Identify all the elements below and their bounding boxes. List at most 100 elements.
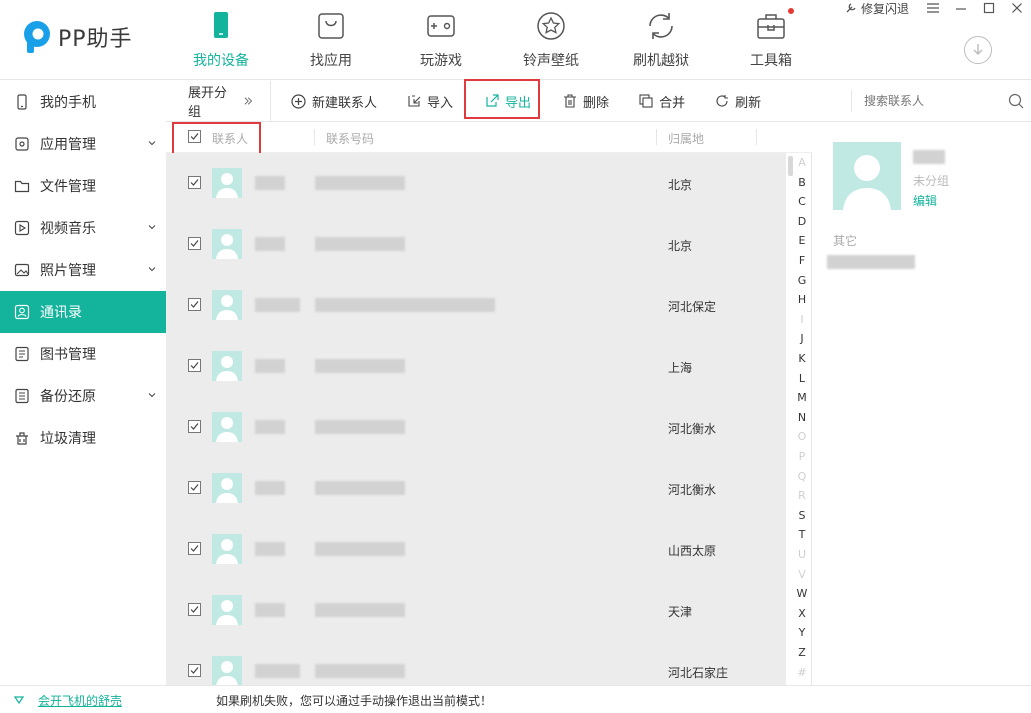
contact-name-redacted: [255, 664, 300, 678]
check-icon: [190, 240, 199, 247]
alphabet-index-letter[interactable]: I: [796, 313, 808, 326]
sidebar-item-0[interactable]: 我的手机: [0, 81, 166, 123]
alphabet-index-letter[interactable]: J: [796, 332, 808, 345]
edit-contact-link[interactable]: 编辑: [913, 192, 937, 209]
triangle-down-icon[interactable]: [14, 696, 24, 704]
alphabet-index-letter[interactable]: Y: [796, 626, 808, 639]
table-row[interactable]: 河北石家庄: [166, 641, 786, 685]
row-checkbox[interactable]: [188, 603, 201, 616]
sidebar-item-6[interactable]: 图书管理: [0, 333, 166, 375]
play-icon: [14, 220, 30, 236]
row-checkbox[interactable]: [188, 420, 201, 433]
search-icon[interactable]: [1008, 93, 1024, 109]
column-header-phone[interactable]: 联系号码: [326, 130, 374, 147]
row-checkbox[interactable]: [188, 298, 201, 311]
column-header-location[interactable]: 归属地: [668, 130, 704, 147]
sidebar-item-2[interactable]: 文件管理: [0, 165, 166, 207]
contact-avatar: [212, 412, 242, 442]
contact-name-redacted: [255, 359, 285, 373]
menu-button[interactable]: [919, 0, 947, 16]
alphabet-index-letter[interactable]: G: [796, 274, 808, 287]
list-scrollbar-thumb[interactable]: [788, 156, 793, 176]
download-button[interactable]: [964, 36, 992, 64]
contact-phone-redacted: [315, 237, 405, 251]
alphabet-index-letter[interactable]: A: [796, 156, 808, 169]
sidebar-item-3[interactable]: 视频音乐: [0, 207, 166, 249]
table-row[interactable]: 上海: [166, 336, 786, 397]
contact-avatar: [212, 290, 242, 320]
table-row[interactable]: 河北衡水: [166, 397, 786, 458]
select-all-checkbox[interactable]: [188, 130, 201, 143]
alphabet-index-letter[interactable]: Z: [796, 646, 808, 659]
table-row[interactable]: 山西太原: [166, 519, 786, 580]
alphabet-index-letter[interactable]: L: [796, 372, 808, 385]
alphabet-index-letter[interactable]: D: [796, 215, 808, 228]
row-checkbox[interactable]: [188, 481, 201, 494]
alphabet-index-letter[interactable]: U: [796, 548, 808, 561]
table-row[interactable]: 河北保定: [166, 275, 786, 336]
table-row[interactable]: 北京: [166, 153, 786, 214]
nav-item-4[interactable]: 刷机越狱: [606, 10, 716, 72]
nav-item-5[interactable]: 工具箱: [716, 10, 826, 72]
folder-icon: [14, 180, 30, 193]
row-checkbox[interactable]: [188, 664, 201, 677]
import-button[interactable]: 导入: [395, 81, 465, 122]
nav-item-1[interactable]: 找应用: [276, 10, 386, 72]
alphabet-index-letter[interactable]: H: [796, 293, 808, 306]
alphabet-index-letter[interactable]: E: [796, 234, 808, 247]
alphabet-index-letter[interactable]: X: [796, 607, 808, 620]
nav-item-0[interactable]: 我的设备: [166, 10, 276, 72]
device-name-link[interactable]: 会开飞机的舒売: [38, 692, 122, 709]
table-row[interactable]: 天津: [166, 580, 786, 641]
alphabet-index-letter[interactable]: V: [796, 568, 808, 581]
row-checkbox[interactable]: [188, 359, 201, 372]
new-contact-label: 新建联系人: [312, 95, 378, 111]
table-row[interactable]: 河北衡水: [166, 458, 786, 519]
alphabet-index-letter[interactable]: N: [796, 411, 808, 424]
alphabet-index-letter[interactable]: M: [796, 391, 808, 404]
column-header-name[interactable]: 联系人: [212, 130, 248, 147]
alphabet-index-letter[interactable]: S: [796, 509, 808, 522]
alphabet-index-letter[interactable]: Q: [796, 470, 808, 483]
merge-icon: [639, 94, 653, 108]
sidebar-item-7[interactable]: 备份还原: [0, 375, 166, 417]
nav-item-label: 我的设备: [193, 53, 249, 69]
row-checkbox[interactable]: [188, 542, 201, 555]
alphabet-index-letter[interactable]: W: [796, 587, 808, 600]
alphabet-index-letter[interactable]: T: [796, 528, 808, 541]
nav-item-label: 铃声壁纸: [523, 53, 579, 69]
contact-name-redacted: [255, 176, 285, 190]
export-button[interactable]: 导出: [473, 81, 543, 122]
nav-item-3[interactable]: 铃声壁纸: [496, 10, 606, 72]
merge-button[interactable]: 合并: [627, 81, 697, 122]
search-input[interactable]: [864, 94, 1004, 108]
refresh-button[interactable]: 刷新: [703, 81, 773, 122]
sidebar-item-4[interactable]: 照片管理: [0, 249, 166, 291]
alphabet-index-letter[interactable]: F: [796, 254, 808, 267]
import-label: 导入: [427, 95, 454, 111]
close-button[interactable]: [1003, 0, 1031, 16]
row-checkbox[interactable]: [188, 237, 201, 250]
alphabet-index-letter[interactable]: P: [796, 450, 808, 463]
maximize-button[interactable]: [975, 0, 1003, 16]
alphabet-index-letter[interactable]: O: [796, 430, 808, 443]
sidebar-item-label: 垃圾清理: [40, 431, 96, 447]
sidebar-item-5[interactable]: 通讯录: [0, 291, 166, 333]
alphabet-index-letter[interactable]: K: [796, 352, 808, 365]
row-checkbox[interactable]: [188, 176, 201, 189]
expand-groups-button[interactable]: 展开分组: [166, 80, 271, 122]
new-contact-button[interactable]: 新建联系人: [279, 81, 389, 122]
alphabet-index-letter[interactable]: R: [796, 489, 808, 502]
sidebar-item-8[interactable]: 垃圾清理: [0, 417, 166, 459]
contact-avatar: [212, 229, 242, 259]
repair-crash-button[interactable]: 修复闪退: [845, 0, 909, 17]
alphabet-index-letter[interactable]: #: [796, 666, 808, 679]
delete-button[interactable]: 删除: [551, 81, 621, 122]
alphabet-index-letter[interactable]: B: [796, 176, 808, 189]
table-row[interactable]: 北京: [166, 214, 786, 275]
nav-item-2[interactable]: 玩游戏: [386, 10, 496, 72]
sidebar-item-label: 应用管理: [40, 137, 96, 153]
sidebar-item-1[interactable]: 应用管理: [0, 123, 166, 165]
alphabet-index-letter[interactable]: C: [796, 195, 808, 208]
minimize-button[interactable]: [947, 0, 975, 16]
